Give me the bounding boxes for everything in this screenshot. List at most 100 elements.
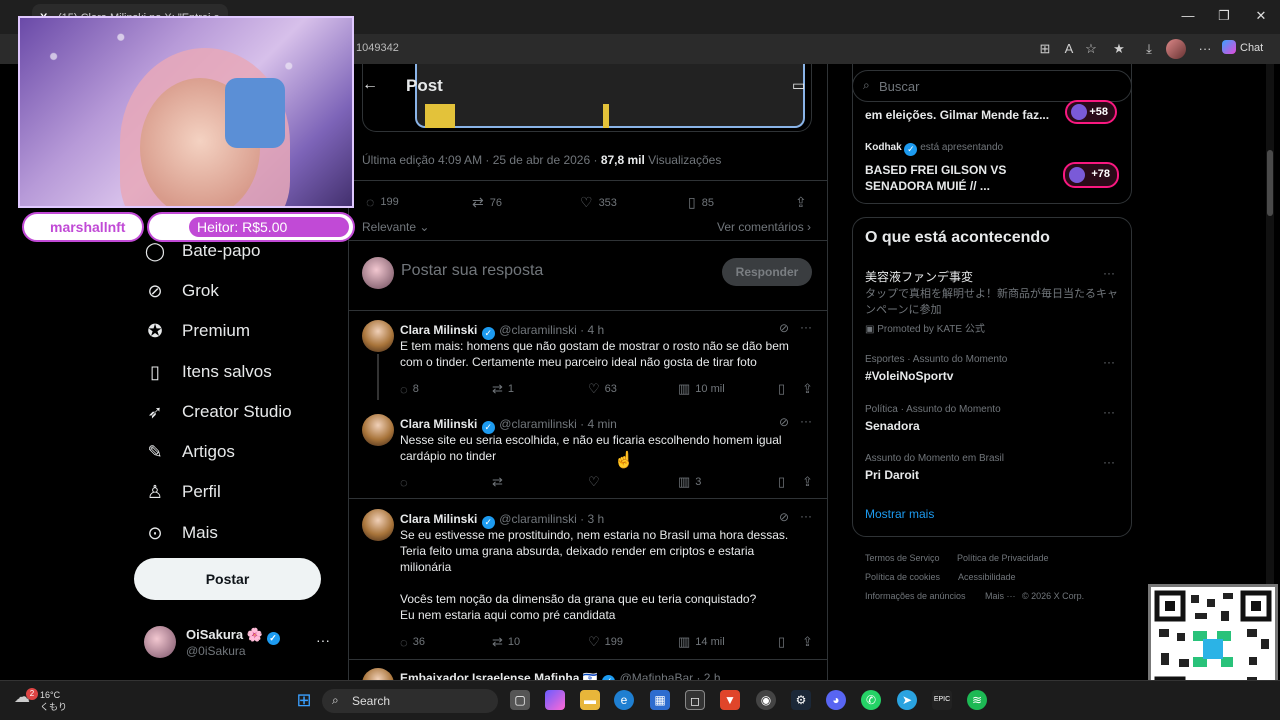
tweet-author[interactable]: Embaixador Israelense Mafinha 🇮🇱 [400,671,598,680]
favorite-star-icon[interactable]: ☆ [1082,40,1100,58]
scrollbar-thumb[interactable] [1267,150,1273,216]
task-view-icon[interactable]: ▢ [510,690,530,710]
more-icon[interactable]: ··· [800,414,812,428]
trend-name[interactable]: Pri Daroit [865,468,919,482]
more-icon[interactable]: ··· [1103,266,1115,280]
whatsapp-icon[interactable]: ✆ [861,690,881,710]
post-media[interactable] [362,64,812,132]
more-icon[interactable]: ··· [316,632,330,648]
read-aloud-icon[interactable]: A [1060,40,1078,58]
post-button[interactable]: Postar [134,558,321,600]
download-icon[interactable]: ⤓ [1140,40,1158,58]
grok-icon[interactable]: ⊘ [779,321,789,335]
minimize-icon[interactable]: — [1180,8,1196,24]
sort-dropdown[interactable]: Relevante ⌄ [362,220,429,234]
live-title[interactable]: BASED FREI GILSON VS SENADORA MUIÉ // ..… [865,162,1006,194]
repost-action[interactable]: ⇄ 10 [492,634,588,650]
store-icon[interactable]: ▦ [650,690,670,710]
app-icon[interactable]: ◻ [685,690,705,710]
nav-profile[interactable]: ♙ Perfil [144,476,221,508]
live-pill[interactable]: +78 [1063,162,1119,188]
nav-more[interactable]: ⊙ Mais [144,517,217,549]
discord-icon[interactable]: ◕ [826,690,846,710]
tweet-author[interactable]: Clara Milinski [400,417,477,431]
spotify-icon[interactable]: ≋ [967,690,987,710]
promo-title[interactable]: 美容液ファンデ事変 [865,268,973,285]
reply-input[interactable]: Postar sua resposta [401,262,543,280]
maximize-icon[interactable]: ❐ [1216,8,1232,24]
like-action[interactable]: ♡ 63 [588,381,678,397]
url-text[interactable]: 1049342 [356,42,399,54]
footer-link[interactable]: Acessibilidade [958,572,1016,582]
like-action[interactable]: ♡ 199 [588,634,678,650]
grok-icon[interactable]: ⊘ [779,510,789,524]
telegram-icon[interactable]: ➤ [897,690,917,710]
more-icon[interactable]: ··· [1103,405,1115,419]
bookmark-icon[interactable]: ▯ [778,474,802,490]
reply-action[interactable]: ◌ [400,475,492,490]
share-icon[interactable]: ⇪ [802,634,822,650]
see-comments-link[interactable]: Ver comentários › [717,220,811,234]
tweet-handle[interactable]: @claramilinski · 4 min [499,417,617,431]
reply-button[interactable]: Responder [722,258,812,286]
nav-articles[interactable]: ✎ Artigos [144,436,234,468]
views-action[interactable]: ▥ 10 mil [678,381,778,397]
taskbar-search[interactable]: ⌕ Search [322,689,498,713]
nav-grok[interactable]: ⊘ Grok [144,275,218,307]
copilot-chat-button[interactable]: Chat [1222,40,1263,54]
brave-icon[interactable]: ▼ [720,690,740,710]
file-explorer-icon[interactable]: ▬ [580,690,600,710]
grok-icon[interactable]: ⊘ [779,415,789,429]
more-icon[interactable]: ··· [1196,40,1214,58]
avatar[interactable] [362,509,394,541]
nav-bookmarks[interactable]: ▯ Itens salvos [144,356,272,388]
views-action[interactable]: ▥ 14 mil [678,634,778,650]
reply-action[interactable]: ◌ 8 [400,382,492,397]
share-icon[interactable]: ⇪ [802,381,822,397]
tweet-handle[interactable]: @MafinhaBar · 2 h [620,671,721,680]
avatar[interactable] [362,257,394,289]
nav-creator-studio[interactable]: ➶ Creator Studio [144,396,291,428]
more-icon[interactable]: ··· [1103,355,1115,369]
footer-link[interactable]: Informações de anúncios [865,591,966,601]
post-repost-stat[interactable]: ⇄ 76 [472,194,502,211]
bookmark-icon[interactable]: ▯ [778,634,802,650]
like-action[interactable]: ♡ [588,474,678,490]
reader-icon[interactable]: ▭ [792,77,805,94]
obs-icon[interactable]: ◉ [756,690,776,710]
tweet-author[interactable]: Clara Milinski [400,512,477,526]
apps-icon[interactable]: ⊞ [1036,40,1054,58]
more-icon[interactable]: ··· [1103,455,1115,469]
share-icon[interactable]: ⇪ [795,194,807,211]
footer-link[interactable]: Termos de Serviço [865,553,940,563]
avatar[interactable] [362,414,394,446]
footer-link[interactable]: Política de cookies [865,572,940,582]
repost-action[interactable]: ⇄ 1 [492,381,588,397]
tweet-handle[interactable]: @claramilinski · 4 h [499,323,604,337]
search-input[interactable]: ⌕ Buscar [852,70,1132,102]
more-icon[interactable]: ··· [800,320,812,334]
share-icon[interactable]: ⇪ [802,474,822,490]
live-pill[interactable]: +58 [1065,100,1117,124]
bookmark-icon[interactable]: ▯ [778,381,802,397]
edge-icon[interactable]: e [614,690,634,710]
copilot-icon[interactable] [545,690,565,710]
show-more-link[interactable]: Mostrar mais [865,507,934,521]
trend-name[interactable]: #VoleiNoSportv [865,369,953,383]
trend-name[interactable]: Senadora [865,419,920,433]
favorites-icon[interactable]: ★ [1110,40,1128,58]
browser-profile-avatar[interactable] [1166,39,1186,59]
live-title[interactable]: em eleições. Gilmar Mende faz... [865,108,1049,122]
post-reply-stat[interactable]: ◌ 199 [366,194,399,210]
post-bookmark-stat[interactable]: ▯ 85 [688,194,714,211]
tweet-author[interactable]: Clara Milinski [400,323,477,337]
epic-games-icon[interactable]: EPIC [932,690,952,710]
footer-link[interactable]: Mais ··· [985,591,1016,601]
back-arrow-icon[interactable]: ← [362,76,378,94]
steam-icon[interactable]: ⚙ [791,690,811,710]
footer-link[interactable]: Política de Privacidade [957,553,1049,563]
more-icon[interactable]: ··· [800,509,812,523]
account-switcher[interactable]: OiSakura 🌸 ✓ @0iSakura ··· [144,624,334,664]
tweet-handle[interactable]: @claramilinski · 3 h [499,512,604,526]
avatar[interactable] [362,320,394,352]
